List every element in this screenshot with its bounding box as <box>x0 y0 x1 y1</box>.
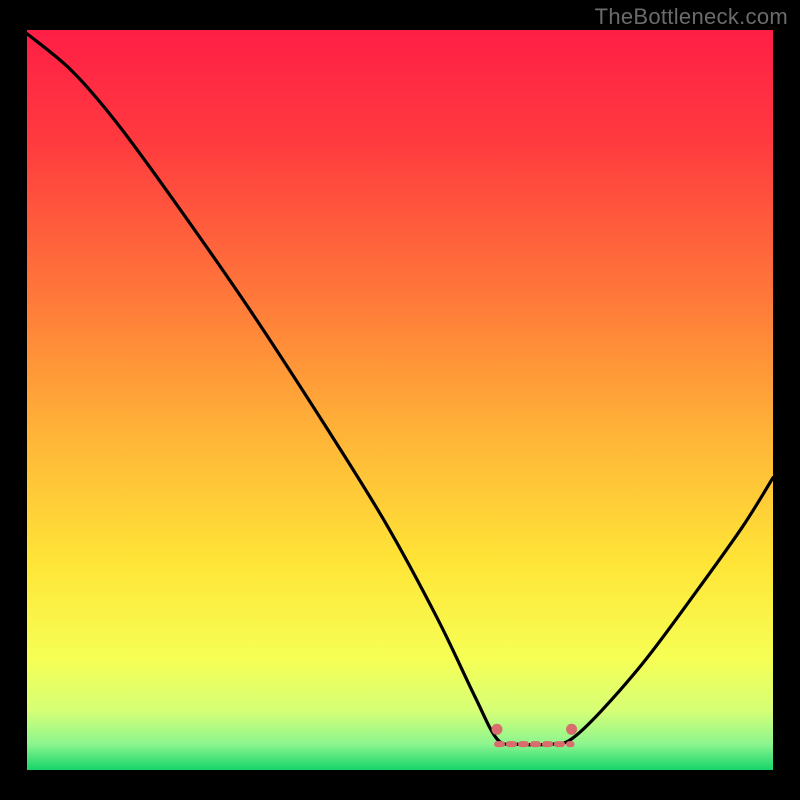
chart-container: TheBottleneck.com <box>0 0 800 800</box>
plot-background <box>27 30 773 770</box>
attribution-text: TheBottleneck.com <box>595 4 788 30</box>
marker-dot <box>491 724 502 735</box>
chart-svg <box>0 0 800 800</box>
marker-dot <box>566 724 577 735</box>
